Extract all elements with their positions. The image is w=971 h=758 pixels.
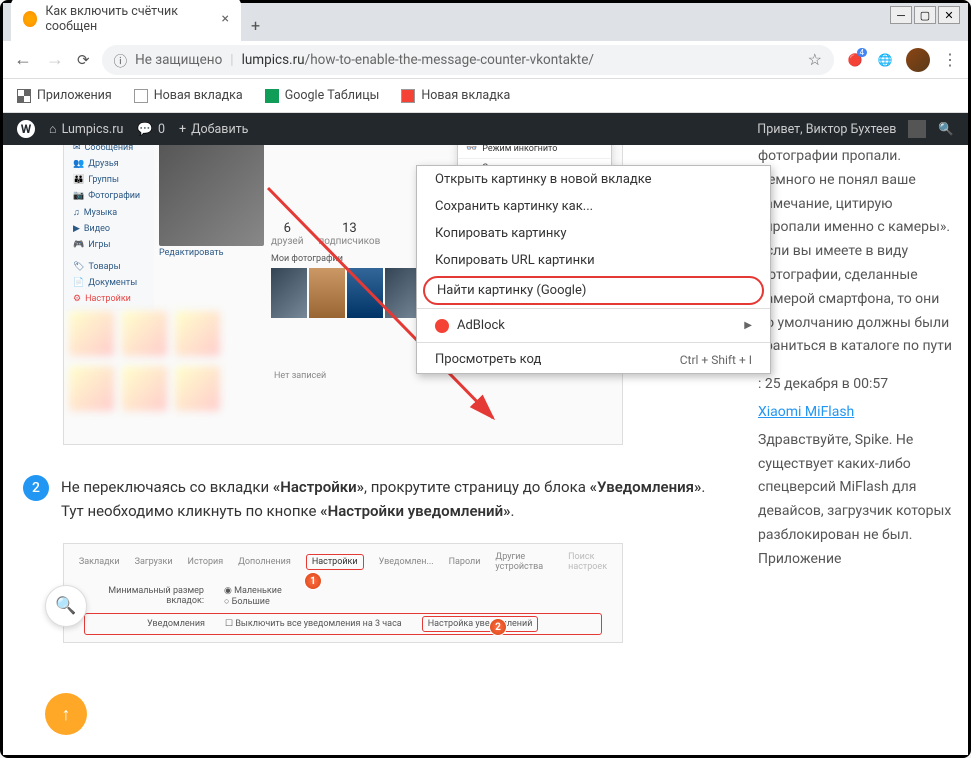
browser-nav-bar: ← → ⟳ ⓘ Не защищено | lumpics.ru/how-to-… [3, 41, 968, 79]
wp-search-icon[interactable]: 🔍 [938, 122, 954, 137]
ctx-shortcut: Ctrl + Shift + I [680, 353, 752, 367]
maximize-button[interactable]: ▢ [914, 6, 936, 24]
plus-icon: + [179, 122, 186, 137]
article-sidebar: фотографии пропали. Немного не понял ваш… [743, 145, 968, 755]
vk-stats: 6друзей 13подписчиков [271, 221, 376, 247]
browser-tab[interactable]: Как включить счётчик сообщен × [11, 0, 241, 41]
ctx-separator [417, 308, 770, 309]
vk-photo-thumbs [271, 268, 421, 318]
ctx-save-image-as[interactable]: Сохранить картинку как... [417, 193, 770, 220]
comment-icon: 💬 [137, 122, 153, 137]
article-screenshot-2: ЗакладкиЗагрузкиИсторияДополнения Настро… [63, 543, 623, 643]
blurred-thumbnails [69, 311, 220, 356]
wordpress-admin-bar: W ⌂Lumpics.ru 💬0 +Добавить Привет, Викто… [3, 113, 968, 145]
ctx-search-image-google-highlighted[interactable]: Найти картинку (Google) [423, 276, 764, 305]
minimize-button[interactable]: ─ [890, 6, 912, 24]
annotation-marker-1: 1 [304, 572, 322, 590]
floating-search-button[interactable]: 🔍 [45, 585, 87, 627]
sidebar-link-miflash[interactable]: Xiaomi MiFlash [758, 404, 854, 420]
vk-menu-item: 📄Документы [68, 275, 150, 291]
wp-add-new[interactable]: +Добавить [179, 122, 249, 137]
search-icon: 🔍 [55, 596, 76, 616]
vk-menu-item: 👪Группы [68, 172, 150, 188]
sidebar-comment-text: фотографии пропали. Немного не понял ваш… [758, 145, 953, 359]
bookmark-item[interactable]: Новая вкладка [134, 88, 243, 103]
radio-small: ◉ Маленькие [224, 586, 282, 596]
chevron-right-icon: ▶ [744, 320, 752, 331]
vk-sidebar: ✉Сообщения 👥Друзья 👪Группы 📷Фотографии ♫… [64, 145, 154, 311]
bookmark-item[interactable]: Google Таблицы [265, 88, 380, 103]
sheets-icon [265, 89, 279, 103]
page-icon [401, 89, 415, 103]
vk-menu-item: ♫Музыка [68, 204, 150, 221]
vk-profile-photo [159, 145, 264, 246]
step-number-badge: 2 [23, 475, 49, 501]
vk-no-posts: Нет записей [274, 371, 326, 381]
opera-notif-text: ☐ Выключить все уведомления на 3 часа [225, 619, 402, 629]
vk-menu-item: 👥Друзья [68, 156, 150, 172]
opera-setting-label: Минимальный размер вкладок: [94, 586, 204, 606]
step-text: Не переключаясь со вкладки «Настройки», … [61, 475, 723, 523]
security-label: Не защищено [135, 52, 222, 68]
arrow-up-icon: ↑ [62, 704, 71, 725]
reload-button[interactable]: ⟳ [77, 51, 90, 69]
annotation-marker-2: 2 [489, 618, 507, 636]
ctx-adblock[interactable]: AdBlock▶ [417, 312, 770, 339]
page-icon [134, 89, 148, 103]
tab-favicon [23, 11, 37, 27]
back-button[interactable]: ← [13, 49, 33, 70]
tab-close-button[interactable]: × [222, 11, 229, 27]
ctx-open-image-new-tab[interactable]: Открыть картинку в новой вкладке [417, 166, 770, 193]
sidebar-comment-date: : 25 декабря в 00:57 [758, 373, 953, 397]
ctx-inspect[interactable]: Просмотреть кодCtrl + Shift + I [417, 346, 770, 373]
opera-settings-tabs: ЗакладкиЗагрузкиИсторияДополнения Настро… [64, 544, 622, 580]
window-controls: ─ ▢ ✕ [890, 6, 960, 24]
vk-menu-item: 🎮Игры [68, 237, 150, 253]
blurred-thumbnails [69, 366, 220, 411]
vk-menu-item: ▶Видео [68, 221, 150, 237]
wp-user-avatar[interactable] [908, 120, 926, 138]
extension-icon-opera[interactable]: 🔴4 [846, 51, 864, 69]
vk-edit-link: Редактировать [159, 248, 223, 258]
opera-notif-label: Уведомления [115, 619, 205, 629]
url-text: lumpics.ru/how-to-enable-the-message-cou… [242, 52, 800, 68]
close-window-button[interactable]: ✕ [938, 6, 960, 24]
bookmark-star-icon[interactable]: ☆ [808, 50, 822, 69]
browser-menu-button[interactable]: ⋮ [942, 50, 958, 69]
extension-icon-globe[interactable]: 🌐 [876, 51, 894, 69]
ctx-copy-image-url[interactable]: Копировать URL картинки [417, 247, 770, 274]
opera-tab-settings-highlighted: Настройки [306, 554, 364, 570]
sidebar-comment-text: Здравствуйте, Spike. Не существует каких… [758, 429, 953, 572]
new-tab-button[interactable]: + [241, 10, 270, 41]
vk-menu-item: ⚙Настройки [68, 291, 150, 307]
vk-menu-item: ✉Сообщения [68, 145, 150, 156]
profile-avatar[interactable] [906, 48, 930, 72]
context-menu: Открыть картинку в новой вкладке Сохрани… [416, 165, 771, 374]
security-info-icon[interactable]: ⓘ [114, 50, 128, 70]
wp-comments-link[interactable]: 💬0 [137, 122, 165, 137]
apps-button[interactable]: Приложения [17, 88, 112, 103]
forward-button[interactable]: → [45, 49, 65, 70]
bookmark-item[interactable]: Новая вкладка [401, 88, 510, 103]
wp-site-link[interactable]: ⌂Lumpics.ru [49, 122, 123, 137]
vk-menu-item: 📷Фотографии [68, 188, 150, 204]
opera-search-placeholder: Поиск настроек [568, 552, 607, 572]
home-icon: ⌂ [49, 122, 57, 137]
vk-menu-item: 🏷Товары [68, 259, 150, 275]
wp-greeting[interactable]: Привет, Виктор Бухтеев [757, 122, 896, 137]
article-step-2: 2 Не переключаясь со вкладки «Настройки»… [23, 475, 723, 523]
opera-notif-settings-button-highlighted: Настройка уведомлений [422, 616, 539, 632]
radio-large: ○ Большие [224, 596, 282, 607]
wordpress-logo-icon[interactable]: W [17, 120, 35, 138]
tab-title: Как включить счётчик сообщен [45, 4, 213, 34]
bookmarks-bar: Приложения Новая вкладка Google Таблицы … [3, 79, 968, 113]
address-bar[interactable]: ⓘ Не защищено | lumpics.ru/how-to-enable… [102, 45, 834, 75]
apps-icon [17, 89, 31, 103]
dd-item: 👓Режим инкогнито [458, 145, 611, 159]
browser-tab-bar: Как включить счётчик сообщен × + [3, 3, 968, 41]
ctx-copy-image[interactable]: Копировать картинку [417, 220, 770, 247]
ctx-separator [417, 342, 770, 343]
scroll-to-top-button[interactable]: ↑ [45, 693, 87, 735]
vk-photos-label: Мои фотографии [271, 254, 343, 264]
